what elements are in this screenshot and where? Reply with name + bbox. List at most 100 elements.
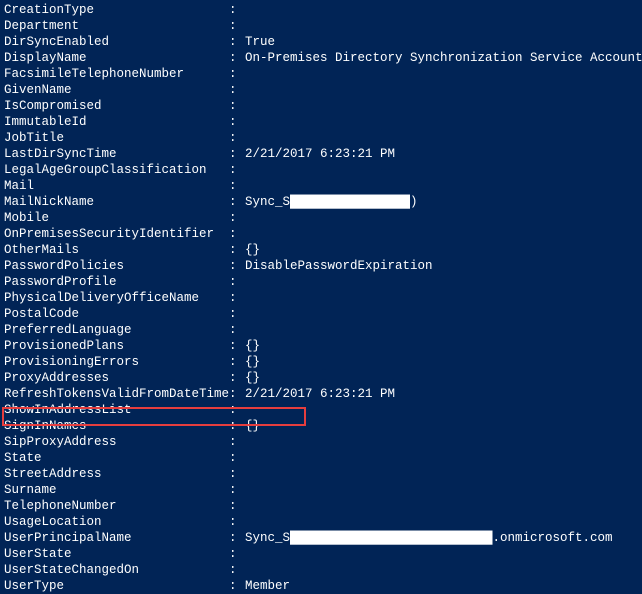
output-row: FacsimileTelephoneNumber: xyxy=(4,66,638,82)
property-value: {} xyxy=(245,354,260,370)
output-row: PasswordProfile: xyxy=(4,274,638,290)
output-row: IsCompromised: xyxy=(4,98,638,114)
property-value: 2/21/2017 6:23:21 PM xyxy=(245,386,395,402)
property-value: {} xyxy=(245,242,260,258)
property-value: 2/21/2017 6:23:21 PM xyxy=(245,146,395,162)
separator: : xyxy=(229,418,245,434)
property-name: UsageLocation xyxy=(4,514,229,530)
output-row: OtherMails: {} xyxy=(4,242,638,258)
output-row: Mail: xyxy=(4,178,638,194)
separator: : xyxy=(229,306,245,322)
property-name: ProvisioningErrors xyxy=(4,354,229,370)
property-name: IsCompromised xyxy=(4,98,229,114)
output-row: ProxyAddresses: {} xyxy=(4,370,638,386)
property-value: {} xyxy=(245,418,260,434)
output-row: Department: xyxy=(4,18,638,34)
property-value: {} xyxy=(245,370,260,386)
output-row: UserPrincipalName: Sync_S███████████████… xyxy=(4,530,638,546)
separator: : xyxy=(229,290,245,306)
property-name: JobTitle xyxy=(4,130,229,146)
property-name: LegalAgeGroupClassification xyxy=(4,162,229,178)
separator: : xyxy=(229,354,245,370)
output-row: CreationType: xyxy=(4,2,638,18)
separator: : xyxy=(229,274,245,290)
separator: : xyxy=(229,258,245,274)
output-row: UserType: Member xyxy=(4,578,638,594)
separator: : xyxy=(229,18,245,34)
property-name: StreetAddress xyxy=(4,466,229,482)
separator: : xyxy=(229,498,245,514)
separator: : xyxy=(229,162,245,178)
property-name: UserType xyxy=(4,578,229,594)
property-name: PreferredLanguage xyxy=(4,322,229,338)
separator: : xyxy=(229,434,245,450)
output-row: OnPremisesSecurityIdentifier: xyxy=(4,226,638,242)
property-name: DirSyncEnabled xyxy=(4,34,229,50)
separator: : xyxy=(229,130,245,146)
separator: : xyxy=(229,402,245,418)
property-name: UserState xyxy=(4,546,229,562)
property-name: RefreshTokensValidFromDateTime xyxy=(4,386,229,402)
separator: : xyxy=(229,338,245,354)
separator: : xyxy=(229,514,245,530)
output-row: RefreshTokensValidFromDateTime: 2/21/201… xyxy=(4,386,638,402)
property-name: ProvisionedPlans xyxy=(4,338,229,354)
output-row: PostalCode: xyxy=(4,306,638,322)
property-name: SignInNames xyxy=(4,418,229,434)
output-row: Mobile: xyxy=(4,210,638,226)
output-row: SipProxyAddress: xyxy=(4,434,638,450)
property-name: TelephoneNumber xyxy=(4,498,229,514)
property-value: True xyxy=(245,34,275,50)
property-name: GivenName xyxy=(4,82,229,98)
separator: : xyxy=(229,578,245,594)
property-name: PostalCode xyxy=(4,306,229,322)
output-row: DisplayName: On-Premises Directory Synch… xyxy=(4,50,638,66)
property-value: On-Premises Directory Synchronization Se… xyxy=(245,50,642,66)
property-name: Mobile xyxy=(4,210,229,226)
separator: : xyxy=(229,370,245,386)
property-value: Sync_S████████████████) xyxy=(245,194,418,210)
property-name: UserStateChangedOn xyxy=(4,562,229,578)
separator: : xyxy=(229,322,245,338)
separator: : xyxy=(229,242,245,258)
separator: : xyxy=(229,226,245,242)
output-row: UserState: xyxy=(4,546,638,562)
separator: : xyxy=(229,2,245,18)
output-row: StreetAddress: xyxy=(4,466,638,482)
property-name: PhysicalDeliveryOfficeName xyxy=(4,290,229,306)
output-row: JobTitle: xyxy=(4,130,638,146)
separator: : xyxy=(229,386,245,402)
property-value: Member xyxy=(245,578,290,594)
separator: : xyxy=(229,178,245,194)
property-name: OnPremisesSecurityIdentifier xyxy=(4,226,229,242)
separator: : xyxy=(229,210,245,226)
separator: : xyxy=(229,34,245,50)
separator: : xyxy=(229,66,245,82)
property-name: PasswordPolicies xyxy=(4,258,229,274)
property-name: MailNickName xyxy=(4,194,229,210)
property-value: {} xyxy=(245,338,260,354)
property-name: SipProxyAddress xyxy=(4,434,229,450)
separator: : xyxy=(229,546,245,562)
output-row: TelephoneNumber: xyxy=(4,498,638,514)
output-row: SignInNames: {} xyxy=(4,418,638,434)
property-name: Surname xyxy=(4,482,229,498)
output-row: MailNickName: Sync_S████████████████) xyxy=(4,194,638,210)
property-name: UserPrincipalName xyxy=(4,530,229,546)
separator: : xyxy=(229,450,245,466)
property-name: FacsimileTelephoneNumber xyxy=(4,66,229,82)
output-row: ShowInAddressList: xyxy=(4,402,638,418)
separator: : xyxy=(229,146,245,162)
output-row: DirSyncEnabled: True xyxy=(4,34,638,50)
output-row: LegalAgeGroupClassification: xyxy=(4,162,638,178)
separator: : xyxy=(229,114,245,130)
property-value: Sync_S███████████████████████████.onmicr… xyxy=(245,530,613,546)
output-row: LastDirSyncTime: 2/21/2017 6:23:21 PM xyxy=(4,146,638,162)
separator: : xyxy=(229,82,245,98)
output-row: State: xyxy=(4,450,638,466)
output-row: PasswordPolicies: DisablePasswordExpirat… xyxy=(4,258,638,274)
property-value: DisablePasswordExpiration xyxy=(245,258,433,274)
output-row: GivenName: xyxy=(4,82,638,98)
property-name: State xyxy=(4,450,229,466)
separator: : xyxy=(229,562,245,578)
